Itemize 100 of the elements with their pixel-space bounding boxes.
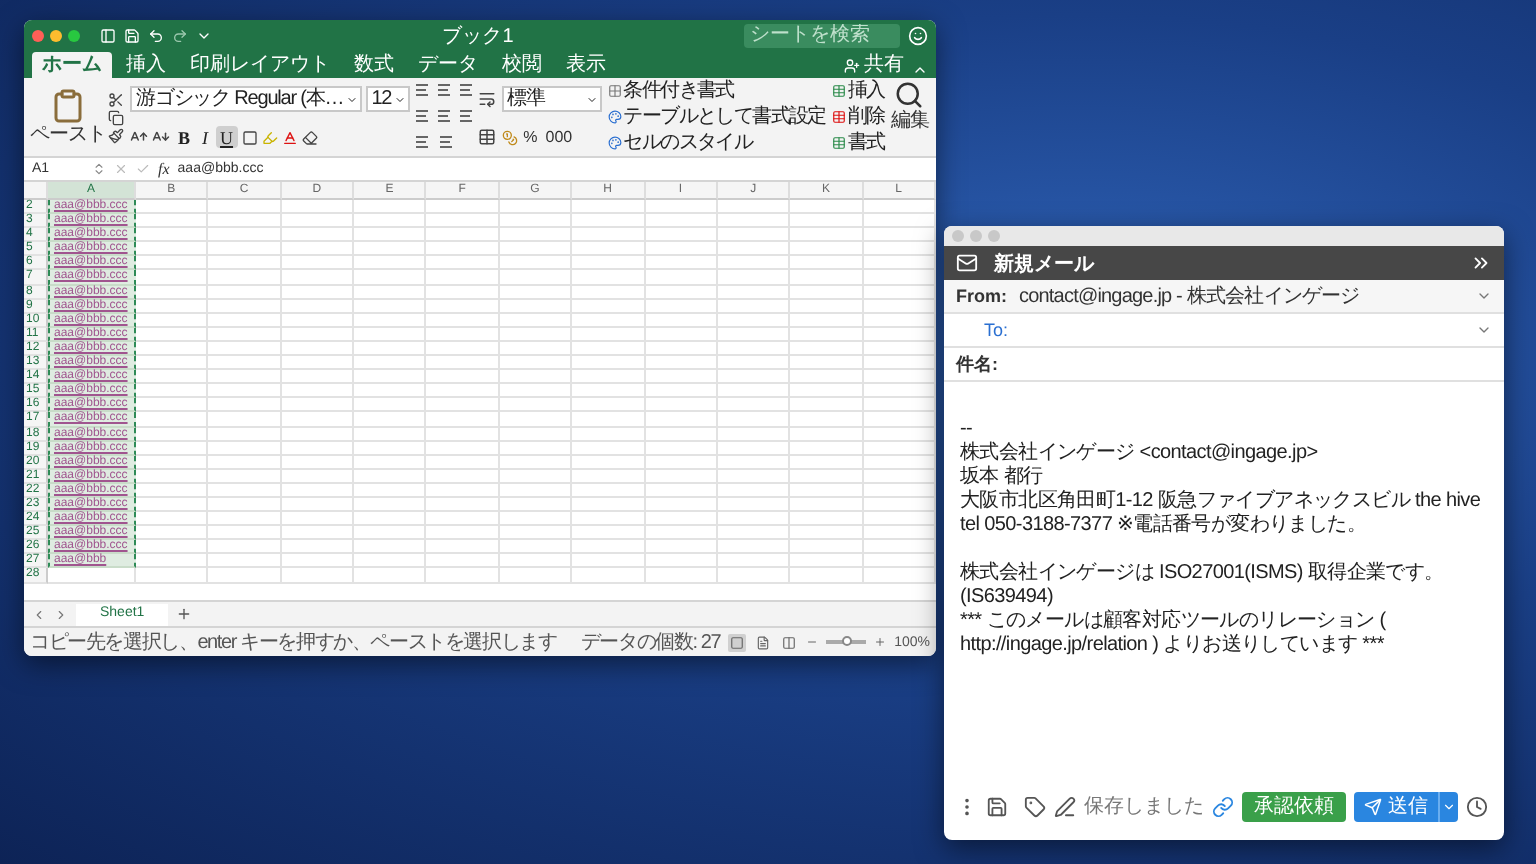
table-cell[interactable] [499,299,573,314]
table-cell[interactable] [645,341,718,357]
table-cell[interactable] [281,242,355,257]
highlighter-icon[interactable] [261,129,278,145]
table-cell[interactable] [426,356,500,371]
to-label[interactable]: To: [984,320,1009,340]
table-cell[interactable] [499,242,573,257]
table-cell[interactable] [790,200,864,215]
search-field[interactable]: シートを検索 [744,23,900,47]
table-cell[interactable] [354,242,427,257]
table-cell[interactable] [717,214,791,229]
table-cell[interactable] [499,384,573,399]
table-cell[interactable] [136,455,209,470]
table-cell[interactable] [572,512,646,527]
table-cell[interactable] [790,299,864,314]
table-cell[interactable] [354,483,427,498]
clear-icon[interactable] [301,129,318,145]
table-cell[interactable] [790,370,864,385]
table-cell[interactable] [281,299,355,314]
table-cell[interactable] [863,441,936,456]
styles-command[interactable]: テーブルとして書式設定 [607,105,826,129]
table-cell[interactable] [717,242,791,257]
table-cell[interactable] [572,568,646,584]
table-cell[interactable] [354,327,427,342]
table-cell[interactable] [426,370,500,385]
table-cell[interactable] [572,256,646,271]
outdent-icon[interactable] [435,135,452,150]
table-cell[interactable] [208,483,282,498]
table-cell[interactable] [281,540,355,555]
table-cell[interactable] [208,285,282,300]
table-cell[interactable] [281,370,355,385]
table-cell[interactable] [499,214,573,229]
number-format-button[interactable]: % [521,127,540,148]
confirm-icon[interactable] [136,162,150,176]
table-cell[interactable] [717,483,791,498]
zoom-button[interactable] [68,29,80,41]
table-cell[interactable] [426,497,500,513]
table-cell[interactable] [717,398,791,413]
table-cell[interactable] [863,384,936,399]
ribbon-tab[interactable]: データ [408,52,488,78]
table-cell[interactable] [354,412,427,427]
table-cell[interactable] [499,554,573,569]
table-cell[interactable] [48,568,136,584]
table-cell[interactable] [790,483,864,498]
currency-icon[interactable] [501,129,518,146]
format-painter-icon[interactable] [108,127,124,143]
table-cell[interactable] [426,441,500,456]
table-cell[interactable] [136,270,209,286]
table-cell[interactable] [572,398,646,413]
table-cell[interactable] [863,370,936,385]
decrease-font-icon[interactable] [152,128,170,146]
table-cell[interactable] [354,270,427,286]
table-cell[interactable] [790,568,864,584]
table-cell[interactable] [717,540,791,555]
table-cell[interactable] [354,497,427,513]
table-cell[interactable] [136,327,209,342]
add-sheet-icon[interactable] [176,606,193,622]
table-cell[interactable] [572,427,646,442]
table-cell[interactable] [572,441,646,456]
table-cell[interactable] [354,370,427,385]
table-cell[interactable] [354,512,427,527]
table-cell[interactable] [136,512,209,527]
table-cell[interactable] [208,242,282,257]
table-cell[interactable] [717,427,791,442]
table-cell[interactable] [136,441,209,456]
paste-button[interactable]: ペースト [30,88,106,146]
table-cell[interactable] [426,469,500,484]
styles-command[interactable]: セルのスタイル [607,130,826,155]
table-cell[interactable] [136,526,209,541]
table-cell[interactable] [645,412,718,427]
zoom-thumb[interactable] [842,636,853,646]
table-cell[interactable] [426,455,500,470]
ribbon-tab[interactable]: ホーム [32,52,112,78]
number-format-select[interactable]: 標準 [501,86,602,113]
view-button[interactable] [728,633,747,651]
table-cell[interactable] [790,356,864,371]
table-cell[interactable] [717,256,791,271]
table-cell[interactable] [572,356,646,371]
table-cell[interactable] [645,313,718,328]
table-cell[interactable] [136,313,209,328]
table-cell[interactable] [790,285,864,300]
table-cell[interactable] [354,214,427,229]
from-field[interactable]: contact@ingage.jp - 株式会社インゲージ [1019,282,1464,310]
table-cell[interactable] [790,427,864,442]
zoom-button[interactable] [988,230,1000,242]
table-cell[interactable] [790,214,864,229]
table-cell[interactable] [281,327,355,342]
table-cell[interactable] [208,441,282,456]
table-cell[interactable] [717,526,791,541]
table-cell[interactable] [426,427,500,442]
table-cell[interactable] [281,469,355,484]
table-cell[interactable] [863,455,936,470]
table-cell[interactable] [645,356,718,371]
table-cell[interactable] [645,299,718,314]
table-cell[interactable] [717,554,791,569]
table-cell[interactable] [790,469,864,484]
table-cell[interactable] [499,526,573,541]
table-cell[interactable] [645,427,718,442]
table-cell[interactable] [136,384,209,399]
table-cell[interactable] [863,242,936,257]
